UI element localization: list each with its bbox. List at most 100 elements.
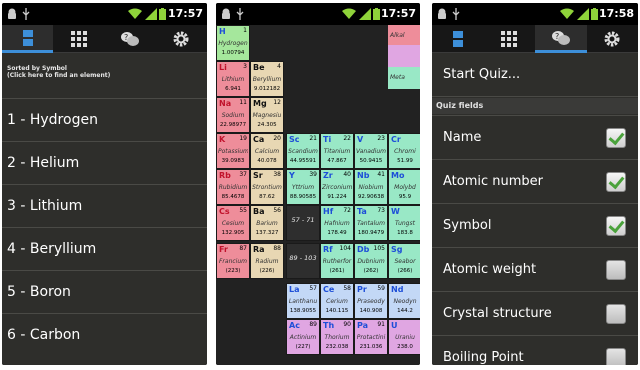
quiz-field-row[interactable]: Atomic weight bbox=[432, 247, 638, 291]
legend-label: Meta bbox=[390, 74, 405, 81]
sort-title: Sorted by Symbol bbox=[7, 65, 67, 72]
element-cell[interactable]: U Uraniu 238.0 bbox=[388, 319, 420, 355]
element-name: Tantalum bbox=[357, 220, 385, 227]
element-cell[interactable]: Rf 104 Rutherfor (261) bbox=[320, 243, 354, 279]
atomic-number: 1 bbox=[243, 27, 247, 34]
quiz-field-row[interactable]: Boiling Point bbox=[432, 335, 638, 365]
atomic-weight: 232.038 bbox=[325, 344, 349, 350]
element-cell[interactable]: Sc 21 Scandium 44.95591 bbox=[286, 133, 320, 169]
element-symbol: Pa bbox=[357, 321, 369, 330]
element-cell[interactable]: Ra 88 Radium (226) bbox=[250, 243, 284, 279]
element-symbol: Cr bbox=[391, 135, 401, 144]
element-name: Rubidium bbox=[218, 184, 248, 191]
list-item[interactable]: 5 - Boron bbox=[2, 270, 207, 313]
signal-icon bbox=[359, 8, 371, 20]
atomic-weight: 95.9 bbox=[398, 194, 412, 200]
tab-settings[interactable] bbox=[156, 25, 207, 53]
element-cell[interactable]: Fr 87 Francium (223) bbox=[216, 243, 250, 279]
element-cell[interactable]: Ca 20 Calcium 40.078 bbox=[250, 133, 284, 169]
element-cell[interactable]: Cs 55 Cesium 132.905 bbox=[216, 205, 250, 241]
atomic-number: 40 bbox=[343, 171, 351, 178]
list-item[interactable]: 1 - Hydrogen bbox=[2, 98, 207, 141]
element-cell[interactable]: Ti 22 Titanium 47.867 bbox=[320, 133, 354, 169]
checkbox[interactable] bbox=[606, 215, 626, 236]
element-cell[interactable]: V 23 Vanadium 50.9415 bbox=[354, 133, 388, 169]
atomic-weight: 1.00794 bbox=[221, 50, 245, 56]
phone-screen-periodic-table: 17:57 Alkal Meta H 1 Hydrogen 1.00794 Li 3 Lit… bbox=[216, 3, 420, 365]
list-tab-icon bbox=[452, 31, 463, 47]
quiz-field-row[interactable]: Atomic number bbox=[432, 159, 638, 203]
tab-periodic-table[interactable] bbox=[484, 25, 536, 53]
element-cell[interactable]: Sr 38 Strontium 87.62 bbox=[250, 169, 284, 205]
element-cell[interactable]: Li 3 Lithium 6.941 bbox=[216, 61, 250, 97]
element-cell[interactable]: Na 11 Sodium 22.98977 bbox=[216, 97, 250, 133]
element-cell[interactable]: Zr 40 Zirconium 91.224 bbox=[320, 169, 354, 205]
element-cell[interactable]: Th 90 Thorium 232.038 bbox=[320, 319, 354, 355]
element-name: Neodyn bbox=[393, 298, 417, 305]
element-cell[interactable]: K 19 Potassium 39.0983 bbox=[216, 133, 250, 169]
tab-quiz[interactable]: ? bbox=[535, 25, 587, 53]
tab-elements-list[interactable] bbox=[2, 25, 54, 53]
element-cell[interactable]: Mg 12 Magnesiu 24.305 bbox=[250, 97, 284, 133]
element-cell[interactable]: Ba 56 Barium 137.327 bbox=[250, 205, 284, 241]
element-cell[interactable]: Ac 89 Actinium (227) bbox=[286, 319, 320, 355]
list-item[interactable]: 6 - Carbon bbox=[2, 313, 207, 356]
checkbox[interactable] bbox=[606, 303, 626, 324]
element-cell[interactable]: Rb 37 Rubidium 85.4678 bbox=[216, 169, 250, 205]
element-cell[interactable]: W Tungst 183.8 bbox=[388, 205, 420, 241]
list-item[interactable]: 2 - Helium bbox=[2, 141, 207, 184]
list-item[interactable]: 4 - Beryllium bbox=[2, 227, 207, 270]
quiz-field-row[interactable]: Symbol bbox=[432, 203, 638, 247]
atomic-number: 90 bbox=[343, 321, 351, 328]
series-range-cell[interactable]: 89 - 103 bbox=[286, 243, 320, 279]
atomic-weight: (226) bbox=[259, 268, 275, 274]
start-quiz-button[interactable]: Start Quiz... bbox=[432, 53, 638, 97]
grid-tab-icon bbox=[70, 31, 87, 47]
atomic-weight: 138.9055 bbox=[289, 308, 317, 314]
element-cell[interactable]: Pr 59 Praseody 140.908 bbox=[354, 283, 388, 319]
element-cell[interactable]: H 1 Hydrogen 1.00794 bbox=[216, 25, 250, 61]
element-name: Chromi bbox=[394, 148, 416, 155]
tab-elements-list[interactable] bbox=[432, 25, 484, 53]
tab-periodic-table[interactable] bbox=[53, 25, 104, 53]
element-cell[interactable]: Pa 91 Protactini 231.036 bbox=[354, 319, 388, 355]
list-item[interactable]: 3 - Lithium bbox=[2, 184, 207, 227]
quiz-field-row[interactable]: Name bbox=[432, 115, 638, 159]
checkbox[interactable] bbox=[606, 259, 626, 280]
element-cell[interactable]: Be 4 Beryllium 9.012182 bbox=[250, 61, 284, 97]
checkbox[interactable] bbox=[606, 127, 626, 148]
element-name: Zirconium bbox=[322, 184, 352, 191]
status-clock: 17:57 bbox=[167, 7, 203, 20]
atomic-weight: 132.905 bbox=[221, 230, 245, 236]
atomic-weight: 6.941 bbox=[225, 86, 241, 92]
sort-info[interactable]: Sorted by Symbol (Click here to find an … bbox=[7, 65, 110, 79]
element-cell[interactable]: Mo Molybd 95.9 bbox=[388, 169, 420, 205]
element-cell[interactable]: Nd Neodyn 144.2 bbox=[388, 283, 420, 319]
element-cell[interactable]: Sg Seabor (266) bbox=[388, 243, 420, 279]
checkbox[interactable] bbox=[606, 347, 626, 365]
element-cell[interactable]: Ta 73 Tantalum 180.9479 bbox=[354, 205, 388, 241]
quiz-field-row[interactable]: Crystal structure bbox=[432, 291, 638, 335]
element-name: Beryllium bbox=[252, 76, 282, 83]
signal-icon bbox=[145, 8, 157, 20]
tab-quiz[interactable]: ? bbox=[105, 25, 156, 53]
element-cell[interactable]: Hf 72 Hafnium 178.49 bbox=[320, 205, 354, 241]
element-symbol: Sg bbox=[391, 245, 403, 254]
battery-icon bbox=[591, 8, 598, 20]
atomic-weight: 140.908 bbox=[359, 308, 383, 314]
element-cell[interactable]: Cr Chromi 51.99 bbox=[388, 133, 420, 169]
element-cell[interactable]: Nb 41 Niobium 92.90638 bbox=[354, 169, 388, 205]
element-name: Yttrium bbox=[291, 184, 315, 191]
phone-screen-quiz: 17:58 ? Start Quiz... Quiz fields Name At… bbox=[432, 3, 638, 365]
element-cell[interactable]: Y 39 Yttrium 88.90585 bbox=[286, 169, 320, 205]
tab-settings[interactable] bbox=[587, 25, 639, 53]
element-cell[interactable]: La 57 Lanthanu 138.9055 bbox=[286, 283, 320, 319]
grid-tab-icon bbox=[501, 31, 518, 47]
checkbox[interactable] bbox=[606, 171, 626, 192]
element-cell[interactable]: Ce 58 Cerium 140.115 bbox=[320, 283, 354, 319]
svg-text:?: ? bbox=[555, 32, 559, 41]
series-range-cell[interactable]: 57 - 71 bbox=[286, 205, 320, 241]
element-name: Hydrogen bbox=[218, 40, 248, 47]
element-cell[interactable]: Db 105 Dubnium (262) bbox=[354, 243, 388, 279]
element-symbol: Ce bbox=[323, 285, 335, 294]
